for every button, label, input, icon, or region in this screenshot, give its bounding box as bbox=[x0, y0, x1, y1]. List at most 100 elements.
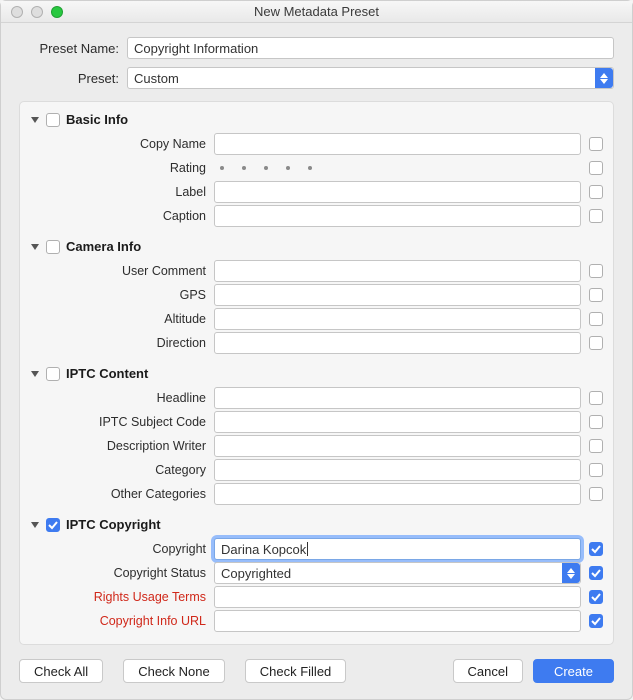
row-altitude-label: Altitude bbox=[30, 312, 214, 326]
other-categories-checkbox[interactable] bbox=[589, 487, 603, 501]
caption-input[interactable] bbox=[214, 205, 581, 227]
create-button[interactable]: Create bbox=[533, 659, 614, 683]
altitude-checkbox[interactable] bbox=[589, 312, 603, 326]
window-title: New Metadata Preset bbox=[1, 4, 632, 19]
select-stepper-icon bbox=[595, 68, 613, 88]
disclosure-triangle-icon[interactable] bbox=[30, 369, 40, 379]
direction-input[interactable] bbox=[214, 332, 581, 354]
row-rights-usage-terms: Rights Usage Terms bbox=[30, 586, 603, 608]
row-caption: Caption bbox=[30, 205, 603, 227]
headline-checkbox[interactable] bbox=[589, 391, 603, 405]
row-copyright: Copyright Darina Kopcok bbox=[30, 538, 603, 560]
row-user-comment: User Comment bbox=[30, 260, 603, 282]
disclosure-triangle-icon[interactable] bbox=[30, 520, 40, 530]
rights-usage-terms-checkbox[interactable] bbox=[589, 590, 603, 604]
row-headline-label: Headline bbox=[30, 391, 214, 405]
cancel-button[interactable]: Cancel bbox=[453, 659, 523, 683]
rating-dots[interactable] bbox=[214, 157, 581, 179]
section-iptc-copyright-title: IPTC Copyright bbox=[66, 517, 161, 532]
description-writer-checkbox[interactable] bbox=[589, 439, 603, 453]
section-iptc-copyright-checkbox[interactable] bbox=[46, 518, 60, 532]
row-direction-label: Direction bbox=[30, 336, 214, 350]
iptc-subject-code-checkbox[interactable] bbox=[589, 415, 603, 429]
category-input[interactable] bbox=[214, 459, 581, 481]
section-iptc-content: IPTC Content bbox=[30, 356, 603, 385]
gps-input[interactable] bbox=[214, 284, 581, 306]
copyright-status-select[interactable]: Copyrighted bbox=[214, 562, 581, 584]
zoom-window-button[interactable] bbox=[51, 6, 63, 18]
section-basic-checkbox[interactable] bbox=[46, 113, 60, 127]
direction-checkbox[interactable] bbox=[589, 336, 603, 350]
copy-name-checkbox[interactable] bbox=[589, 137, 603, 151]
section-iptc-content-title: IPTC Content bbox=[66, 366, 148, 381]
row-copyright-info-url: Copyright Info URL bbox=[30, 610, 603, 632]
minimize-window-button[interactable] bbox=[31, 6, 43, 18]
caption-checkbox[interactable] bbox=[589, 209, 603, 223]
preset-row: Preset: Custom bbox=[19, 67, 614, 89]
row-category: Category bbox=[30, 459, 603, 481]
close-window-button[interactable] bbox=[11, 6, 23, 18]
rating-checkbox[interactable] bbox=[589, 161, 603, 175]
copyright-info-url-input[interactable] bbox=[214, 610, 581, 632]
sections-panel: Basic Info Copy Name Rating Label Captio… bbox=[19, 101, 614, 645]
select-stepper-icon bbox=[562, 563, 580, 583]
row-gps-label: GPS bbox=[30, 288, 214, 302]
preset-select[interactable]: Custom bbox=[127, 67, 614, 89]
footer-left: Check All Check None Check Filled bbox=[19, 659, 346, 683]
user-comment-input[interactable] bbox=[214, 260, 581, 282]
row-copyright-info-url-label: Copyright Info URL bbox=[30, 614, 214, 628]
section-basic-info: Basic Info bbox=[30, 108, 603, 131]
text-caret-icon bbox=[307, 542, 308, 556]
titlebar: New Metadata Preset bbox=[1, 1, 632, 23]
check-none-button[interactable]: Check None bbox=[123, 659, 225, 683]
preset-name-label: Preset Name: bbox=[19, 41, 119, 56]
row-other-categories: Other Categories bbox=[30, 483, 603, 505]
section-camera-info: Camera Info bbox=[30, 229, 603, 258]
gps-checkbox[interactable] bbox=[589, 288, 603, 302]
traffic-lights bbox=[11, 6, 63, 18]
label-checkbox[interactable] bbox=[589, 185, 603, 199]
row-rating-label: Rating bbox=[30, 161, 214, 175]
disclosure-triangle-icon[interactable] bbox=[30, 115, 40, 125]
preset-name-row: Preset Name: Copyright Information bbox=[19, 37, 614, 59]
row-description-writer: Description Writer bbox=[30, 435, 603, 457]
row-iptc-subject-code-label: IPTC Subject Code bbox=[30, 415, 214, 429]
section-camera-checkbox[interactable] bbox=[46, 240, 60, 254]
copy-name-input[interactable] bbox=[214, 133, 581, 155]
preset-name-value: Copyright Information bbox=[134, 41, 258, 56]
description-writer-input[interactable] bbox=[214, 435, 581, 457]
row-direction: Direction bbox=[30, 332, 603, 354]
rights-usage-terms-input[interactable] bbox=[214, 586, 581, 608]
preset-select-value: Custom bbox=[134, 71, 179, 86]
check-all-button[interactable]: Check All bbox=[19, 659, 103, 683]
copyright-input[interactable]: Darina Kopcok bbox=[214, 538, 581, 560]
row-caption-label: Caption bbox=[30, 209, 214, 223]
row-iptc-subject-code: IPTC Subject Code bbox=[30, 411, 603, 433]
row-user-comment-label: User Comment bbox=[30, 264, 214, 278]
other-categories-input[interactable] bbox=[214, 483, 581, 505]
content-area: Preset Name: Copyright Information Prese… bbox=[1, 23, 632, 645]
copyright-status-checkbox[interactable] bbox=[589, 566, 603, 580]
check-filled-button[interactable]: Check Filled bbox=[245, 659, 347, 683]
row-copyright-status: Copyright Status Copyrighted bbox=[30, 562, 603, 584]
section-iptc-copyright: IPTC Copyright bbox=[30, 507, 603, 536]
row-copy-name: Copy Name bbox=[30, 133, 603, 155]
copyright-checkbox[interactable] bbox=[589, 542, 603, 556]
row-label: Label bbox=[30, 181, 603, 203]
section-camera-title: Camera Info bbox=[66, 239, 141, 254]
row-other-categories-label: Other Categories bbox=[30, 487, 214, 501]
row-altitude: Altitude bbox=[30, 308, 603, 330]
category-checkbox[interactable] bbox=[589, 463, 603, 477]
row-copyright-label: Copyright bbox=[30, 542, 214, 556]
user-comment-checkbox[interactable] bbox=[589, 264, 603, 278]
disclosure-triangle-icon[interactable] bbox=[30, 242, 40, 252]
label-input[interactable] bbox=[214, 181, 581, 203]
copyright-info-url-checkbox[interactable] bbox=[589, 614, 603, 628]
iptc-subject-code-input[interactable] bbox=[214, 411, 581, 433]
altitude-input[interactable] bbox=[214, 308, 581, 330]
section-iptc-content-checkbox[interactable] bbox=[46, 367, 60, 381]
row-copy-name-label: Copy Name bbox=[30, 137, 214, 151]
row-gps: GPS bbox=[30, 284, 603, 306]
headline-input[interactable] bbox=[214, 387, 581, 409]
preset-name-input[interactable]: Copyright Information bbox=[127, 37, 614, 59]
